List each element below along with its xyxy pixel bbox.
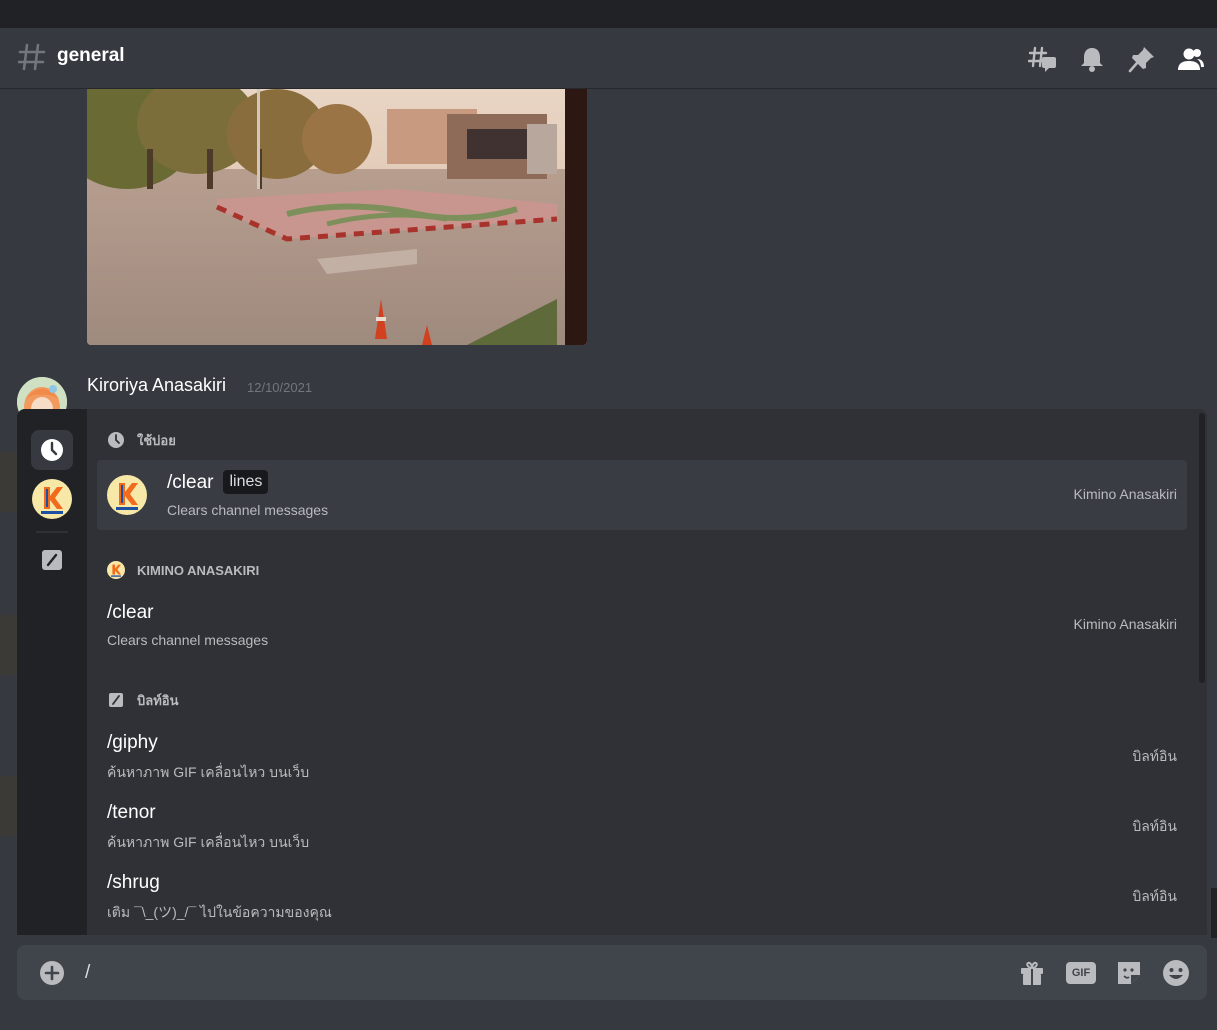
sticker-icon[interactable] <box>1114 958 1144 988</box>
left-edge-strip <box>0 615 17 675</box>
image-attachment[interactable] <box>87 89 587 345</box>
section-header-builtin: บิลท์อิน <box>107 688 178 712</box>
threads-icon[interactable] <box>1028 44 1058 74</box>
command-source: บิลท์อิน <box>1132 818 1177 834</box>
message-author[interactable]: Kiroriya Anasakiri <box>87 375 226 396</box>
command-list: ใช้บ่อย /clear lines Clears channel messa… <box>87 409 1197 935</box>
command-description: ค้นหาภาพ GIF เคลื่อนไหว บนเว็บ <box>107 834 310 850</box>
gift-icon[interactable] <box>1017 958 1047 988</box>
command-source: บิลท์อิน <box>1132 888 1177 904</box>
command-source: Kimino Anasakiri <box>1073 486 1178 502</box>
message-timestamp: 12/10/2021 <box>247 380 313 395</box>
kiroriya-bot-avatar <box>107 475 147 515</box>
command-item-clear-recent[interactable]: /clear lines Clears channel messages Kimi… <box>97 460 1187 530</box>
command-source: บิลท์อิน <box>1132 748 1177 764</box>
gif-label: GIF <box>1066 962 1096 984</box>
pin-icon[interactable] <box>1127 44 1157 74</box>
add-attachment-icon[interactable] <box>39 960 65 986</box>
member-list-icon[interactable] <box>1176 44 1206 74</box>
section-title: ใช้บ่อย <box>137 432 176 448</box>
channel-name: general <box>57 45 125 66</box>
command-source: Kimino Anasakiri <box>1073 616 1178 632</box>
section-header-recent: ใช้บ่อย <box>107 428 176 452</box>
slash-command-icon <box>42 550 62 570</box>
command-item-tenor[interactable]: /tenor ค้นหาภาพ GIF เคลื่อนไหว บนเว็บ บิ… <box>97 790 1187 860</box>
command-item-shrug[interactable]: /shrug เติม ¯\_(ツ)_/¯ ไปในข้อความของคุณ … <box>97 860 1187 930</box>
notification-bell-icon[interactable] <box>1077 44 1107 74</box>
message-composer: / GIF <box>17 945 1207 1000</box>
message-input[interactable]: / <box>85 959 985 987</box>
kiroriya-bot-icon <box>107 561 125 579</box>
rail-divider <box>36 531 68 533</box>
command-item-giphy[interactable]: /giphy ค้นหาภาพ GIF เคลื่อนไหว บนเว็บ บิ… <box>97 720 1187 790</box>
clock-icon <box>41 439 63 461</box>
popup-scrollbar[interactable] <box>1199 413 1205 683</box>
section-title: บิลท์อิน <box>137 692 179 708</box>
command-name: /clear <box>167 472 214 493</box>
recent-category-button[interactable] <box>31 430 73 470</box>
hash-icon <box>18 43 46 71</box>
kiroriya-bot-icon <box>32 479 72 519</box>
command-name: /tenor <box>107 802 156 823</box>
bot-category-button[interactable] <box>31 479 73 519</box>
window-scrollbar[interactable] <box>1211 888 1217 938</box>
window-titlebar <box>0 0 1217 28</box>
command-option-pill: lines <box>223 470 269 494</box>
slash-command-icon <box>107 691 125 709</box>
campus-photo <box>87 89 587 345</box>
command-category-rail <box>17 409 87 935</box>
command-name: /giphy <box>107 732 158 753</box>
emoji-icon[interactable] <box>1161 958 1191 988</box>
section-header-bot: KIMINO ANASAKIRI <box>107 558 259 582</box>
command-description: Clears channel messages <box>107 632 269 648</box>
command-name: /shrug <box>107 872 160 893</box>
left-edge-strip <box>0 776 17 836</box>
gif-picker-button[interactable]: GIF <box>1066 958 1096 988</box>
section-title: KIMINO ANASAKIRI <box>137 562 260 578</box>
command-description: เติม ¯\_(ツ)_/¯ ไปในข้อความของคุณ <box>107 904 332 920</box>
command-description: ค้นหาภาพ GIF เคลื่อนไหว บนเว็บ <box>107 764 310 780</box>
channel-header: general <box>0 28 1217 89</box>
command-name-line: /clear lines <box>167 466 269 500</box>
command-name: /clear <box>107 602 154 623</box>
builtin-category-button[interactable] <box>31 540 73 580</box>
command-item-clear[interactable]: /clear Clears channel messages Kimino An… <box>97 590 1187 660</box>
left-edge-strip <box>0 452 17 512</box>
command-description: Clears channel messages <box>167 502 329 518</box>
clock-icon <box>107 431 125 449</box>
command-autocomplete-popup: ใช้บ่อย /clear lines Clears channel messa… <box>17 409 1207 935</box>
